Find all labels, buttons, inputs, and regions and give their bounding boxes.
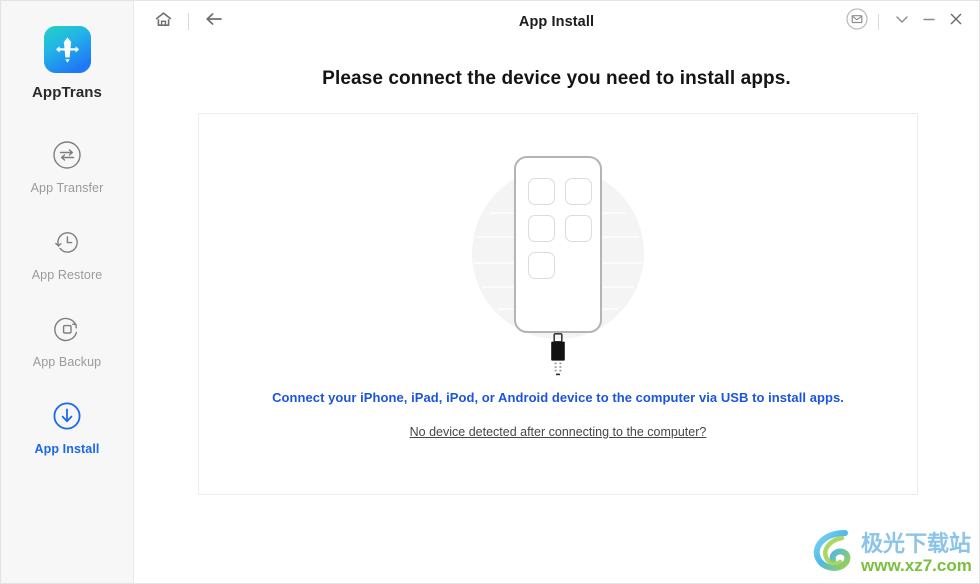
usb-connector-icon [546, 333, 570, 379]
sidebar-item-app-install[interactable]: App Install [1, 390, 133, 456]
titlebar: App Install [134, 1, 979, 42]
feedback-button[interactable] [842, 7, 872, 37]
app-tile [528, 178, 555, 205]
home-icon [154, 10, 173, 34]
app-tile [528, 215, 555, 242]
apptrans-logo-icon [43, 26, 91, 73]
sidebar-item-label: App Backup [32, 355, 102, 369]
main-content: App Install Please connect the device yo… [134, 1, 979, 583]
instruction-text: Connect your iPhone, iPad, iPod, or Andr… [272, 390, 844, 405]
clock-restore-icon [50, 225, 84, 259]
sidebar-nav: App Transfer App Restore App Backup App … [1, 129, 133, 456]
close-button[interactable] [942, 8, 969, 36]
sidebar-item-app-transfer[interactable]: App Transfer [1, 129, 133, 195]
sidebar-item-label: App Restore [31, 268, 103, 282]
no-device-detected-link[interactable]: No device detected after connecting to t… [199, 423, 917, 441]
window-controls [842, 1, 969, 42]
close-icon [948, 12, 964, 31]
page-heading: Please connect the device you need to in… [322, 68, 791, 89]
watermark-title: 极光下载站 [861, 531, 971, 557]
no-device-detected-link-text[interactable]: No device detected after connecting to t… [410, 425, 707, 439]
sidebar-item-label: App Install [34, 442, 100, 456]
brand: AppTrans [1, 26, 133, 101]
connect-device-panel: Connect your iPhone, iPad, iPod, or Andr… [198, 113, 918, 495]
titlebar-divider [188, 13, 189, 30]
more-button[interactable] [888, 8, 915, 36]
site-watermark: 极光下载站 www.xz7.com [809, 525, 972, 579]
app-tile [565, 178, 592, 205]
app-window: AppTrans App Transfer App Restore App Ba… [0, 0, 980, 584]
minimize-icon [921, 12, 937, 31]
watermark-url: www.xz7.com [860, 556, 971, 575]
download-arrow-icon [50, 399, 84, 433]
transfer-arrows-icon [50, 138, 84, 172]
square-refresh-icon [50, 312, 84, 346]
back-button[interactable] [199, 9, 229, 35]
app-tile [528, 252, 555, 279]
app-tiles [528, 178, 592, 279]
brand-name: AppTrans [32, 84, 102, 101]
mail-icon [845, 7, 869, 36]
sidebar: AppTrans App Transfer App Restore App Ba… [1, 1, 134, 583]
minimize-button[interactable] [915, 8, 942, 36]
phone-with-usb-cable-icon [199, 130, 917, 380]
chevron-down-icon [894, 12, 910, 31]
back-arrow-icon [204, 10, 224, 33]
sidebar-item-app-restore[interactable]: App Restore [1, 216, 133, 282]
app-tile [565, 215, 592, 242]
home-button[interactable] [148, 9, 178, 35]
phone-outline [514, 156, 602, 333]
sidebar-item-app-backup[interactable]: App Backup [1, 303, 133, 369]
sidebar-item-label: App Transfer [30, 181, 104, 195]
titlebar-left-controls [134, 9, 229, 35]
window-controls-divider [878, 13, 879, 30]
